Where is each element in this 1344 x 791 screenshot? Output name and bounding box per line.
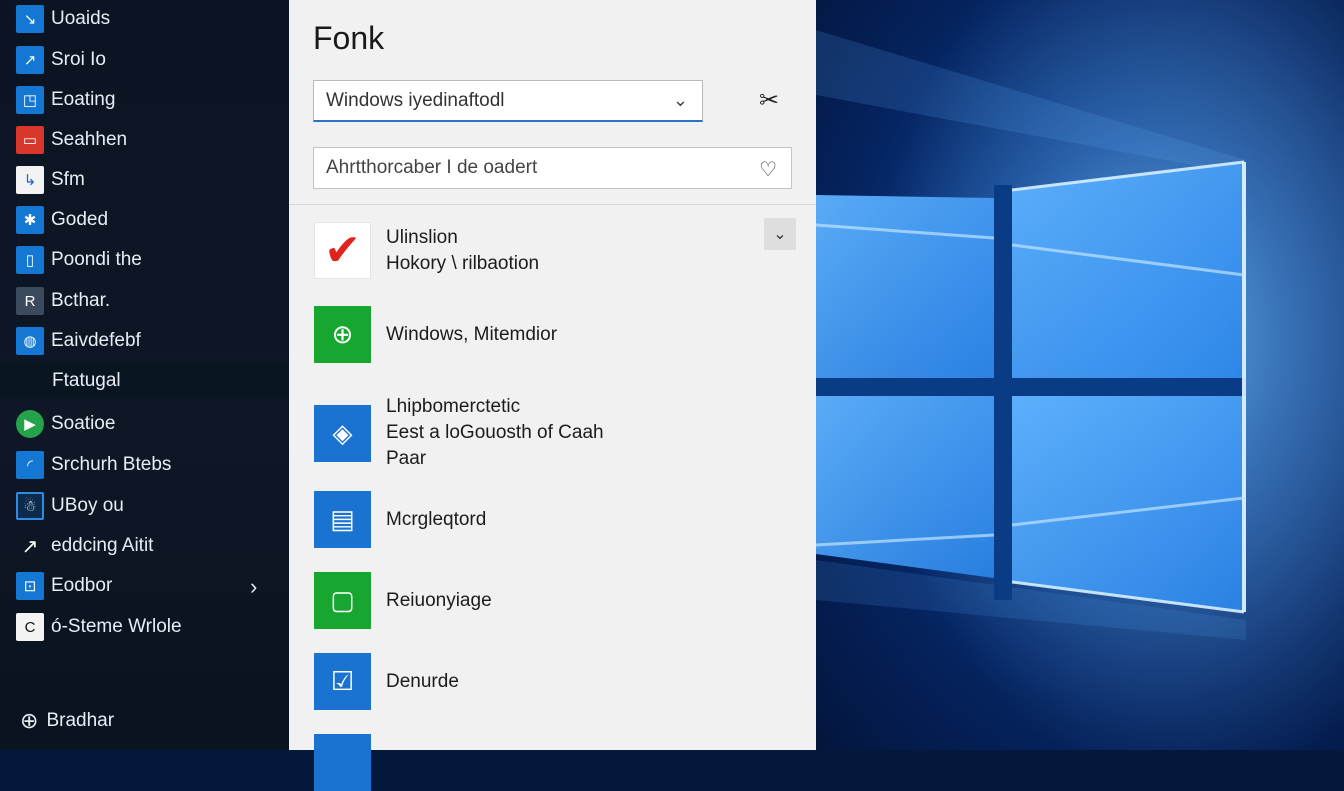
start-item-label: eddcing Aitit [51, 535, 154, 556]
panel-title: Fonk [313, 20, 385, 56]
start-item-label: Eoating [51, 89, 116, 110]
windows-dropdown[interactable]: Windows iyedinaftodl ⌄ [313, 80, 703, 122]
window-icon: ▭ [16, 126, 44, 154]
list-item[interactable] [314, 734, 386, 791]
divider [289, 204, 816, 205]
list-item[interactable]: ◈ Lhipbomerctetic Eest a loGouosth of Ca… [314, 394, 604, 472]
globe-icon: ⊕ [20, 708, 39, 733]
letter-icon: R [16, 287, 44, 315]
play-icon: ▶ [16, 410, 44, 438]
start-item-eodbor[interactable]: ⊡ Eodbor [16, 570, 112, 602]
tool-icon[interactable]: ✂ [759, 86, 779, 115]
start-item-label: Soatioe [51, 413, 116, 434]
list-item[interactable]: ▢ Reiuonyiage [314, 572, 492, 629]
list-item-title: Mcrgleqtord [386, 508, 487, 530]
start-item-sfm[interactable]: ↳ Sfm [16, 164, 85, 196]
start-item-steme[interactable]: C ó-Steme Wrlole [16, 611, 182, 643]
list-item-subtitle: Paar [386, 448, 427, 469]
start-item-label: Bcthar. [51, 290, 111, 311]
start-menu: ↘ Uoaids ↗ Sroi Io ◳ Eoating ▭ Seahhen ↳… [0, 0, 289, 750]
folder-icon: ⊡ [16, 572, 44, 600]
list-item[interactable]: ▤ Mcrgleqtord [314, 491, 486, 548]
start-item-soatioe[interactable]: ▶ Soatioe [16, 408, 115, 440]
start-item-label: Seahhen [51, 129, 128, 150]
start-item-label: Sfm [51, 169, 85, 190]
start-item-label: Eaivdefebf [51, 330, 141, 351]
chevron-down-icon: ⌄ [672, 90, 688, 110]
start-item-goded[interactable]: ✱ Goded [16, 204, 108, 236]
tablet-icon: ▢ [314, 572, 371, 629]
list-item-title: Reiuonyiage [386, 589, 492, 611]
desktop-wallpaper [816, 0, 1344, 750]
globe-icon: ⊕ [314, 306, 371, 363]
list-item-title: Ulinslion [386, 226, 458, 248]
start-item-seahhen[interactable]: ▭ Seahhen [16, 124, 127, 156]
gear-icon: ✱ [16, 206, 44, 234]
dropdown-value: Windows iyedinaftodl [326, 89, 505, 111]
diamond-icon: ◈ [314, 404, 371, 462]
checkmark-icon: ✔ [314, 222, 371, 279]
list-item-subtitle: Eest a loGouosth of Caah [386, 422, 604, 443]
search-input[interactable]: Ahrtthorcaber I de oadert ♡ [313, 147, 792, 189]
start-item-uboy[interactable]: ☃ UBoy ou [16, 490, 124, 522]
document-icon: ▯ [16, 246, 44, 274]
start-item-label: Poondi the [51, 249, 142, 270]
start-section-header: Ftatugal [0, 363, 289, 399]
expand-button[interactable]: ⌄ [764, 218, 796, 250]
bulb-icon: ◍ [16, 327, 44, 355]
letter-icon: C [16, 613, 44, 641]
list-item[interactable]: ✔ Ulinslion Hokory \ rilbaotion [314, 222, 539, 279]
windows-logo [816, 0, 1344, 750]
start-item-eoating[interactable]: ◳ Eoating [16, 84, 115, 116]
start-item-label: Eodbor [51, 575, 113, 596]
start-item-uoaids[interactable]: ↘ Uoaids [16, 3, 110, 35]
list-item-text: Ulinslion Hokory \ rilbaotion [386, 225, 539, 277]
start-item-srchurh[interactable]: ◜ Srchurh Btebs [16, 449, 171, 481]
arc-icon: ◜ [16, 451, 44, 479]
start-item-label: Srchurh Btebs [51, 454, 172, 475]
checkbox-icon: ☑ [314, 653, 371, 710]
start-item-bcthar[interactable]: R Bcthar. [16, 285, 110, 317]
start-bottom-label: Bradhar [46, 710, 115, 731]
start-item-label: Uoaids [51, 8, 111, 29]
arrow-icon: ↗ [16, 46, 44, 74]
start-item-label: ó-Steme Wrlole [51, 616, 182, 637]
app-icon: ◳ [16, 86, 44, 114]
chevron-down-icon: ⌄ [773, 226, 787, 243]
list-item[interactable]: ⊕ Windows, Mitemdior [314, 306, 557, 363]
start-item-poondi[interactable]: ▯ Poondi the [16, 244, 142, 276]
list-item-text: Lhipbomerctetic Eest a loGouosth of Caah… [386, 394, 604, 472]
heart-icon[interactable]: ♡ [759, 157, 777, 182]
section-header-label: Ftatugal [52, 370, 121, 391]
start-item-label: Goded [51, 209, 109, 230]
arrow-icon: ↗ [21, 535, 39, 558]
start-item-eddcing[interactable]: ↗ eddcing Aitit [16, 530, 154, 562]
drive-icon: ▤ [314, 491, 371, 548]
start-item-label: UBoy ou [51, 495, 124, 516]
list-item-title: Denurde [386, 670, 459, 692]
app-icon [314, 734, 371, 791]
arrow-icon: ↳ [16, 166, 44, 194]
list-item[interactable]: ☑ Denurde [314, 653, 459, 710]
arrow-icon: ↘ [16, 5, 44, 33]
list-item-title: Lhipbomerctetic [386, 396, 521, 417]
start-bottom-item[interactable]: ⊕ Bradhar [20, 708, 114, 734]
list-item-title: Windows, Mitemdior [386, 323, 558, 345]
settings-panel: Fonk Windows iyedinaftodl ⌄ ✂ Ahrtthorca… [289, 0, 816, 791]
chevron-right-icon[interactable]: › [250, 574, 257, 600]
start-item-eaivdefebf[interactable]: ◍ Eaivdefebf [16, 325, 141, 357]
list-item-subtitle: Hokory \ rilbaotion [386, 252, 540, 274]
start-item-label: Sroi Io [51, 49, 106, 70]
person-icon: ☃ [16, 492, 44, 520]
start-item-sroi[interactable]: ↗ Sroi Io [16, 44, 106, 76]
search-input-value: Ahrtthorcaber I de oadert [326, 157, 538, 178]
